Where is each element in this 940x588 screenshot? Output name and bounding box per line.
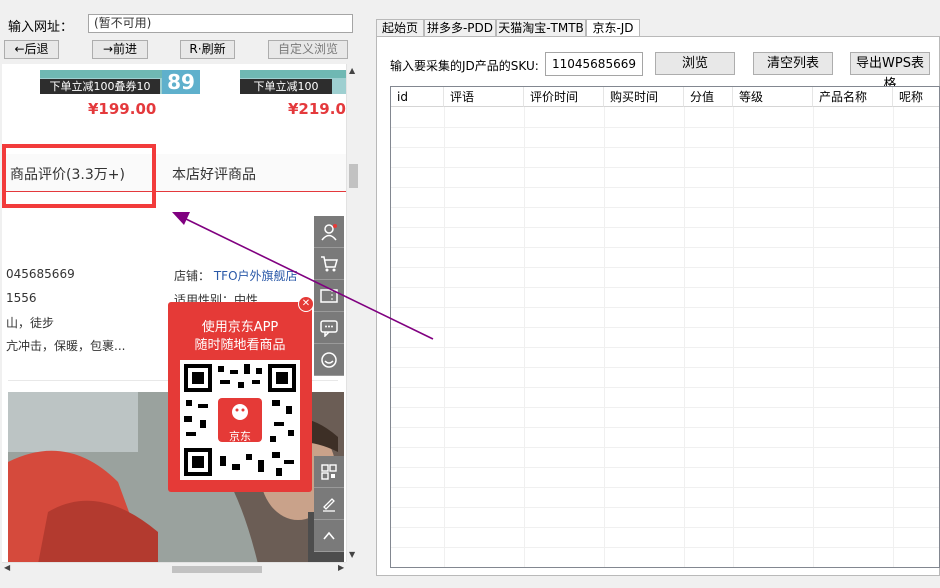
coupon-icon[interactable] [314, 280, 344, 312]
scroll-left-arrow-icon[interactable]: ◀ [4, 563, 10, 572]
product-promo-banner[interactable]: 下单立减100 [240, 70, 346, 94]
vertical-scrollbar[interactable]: ▲ ▼ [346, 64, 360, 562]
column-header-nickname[interactable]: 呢称 [893, 87, 939, 107]
scroll-up-arrow-icon[interactable]: ▲ [349, 66, 355, 75]
sku-label: 输入要采集的JD产品的SKU: [390, 59, 539, 73]
info-line: 山，徒步 [6, 316, 55, 330]
grid-column-line [893, 107, 894, 567]
clear-list-button[interactable]: 清空列表 [753, 52, 833, 75]
column-header-product-name[interactable]: 产品名称 [813, 87, 893, 107]
info-line: 亢冲击，保暖，包裹... [6, 339, 126, 353]
reviews-table[interactable]: id 评语 评价时间 购买时间 分值 等级 产品名称 呢称 [390, 86, 940, 568]
back-button[interactable]: ←后退 [4, 40, 59, 59]
column-header-score[interactable]: 分值 [684, 87, 733, 107]
scroll-thumb[interactable] [349, 164, 358, 188]
floating-sidebar-bottom [314, 456, 344, 552]
grid-row-line [391, 127, 939, 128]
qr-popup-subtitle: 随时随地看商品 [194, 338, 286, 353]
grid-row-line [391, 147, 939, 148]
grid-row-line [391, 327, 939, 328]
promo-text: 下单立减100叠券10 [40, 79, 160, 94]
grid-column-line [604, 107, 605, 567]
grid-column-line [524, 107, 525, 567]
sku-input[interactable]: 11045685669 [545, 52, 643, 76]
web-view[interactable]: 下单立减100叠券10 89 ¥199.00 下单立减100 ¥219.0 商品… [2, 64, 346, 562]
column-header-id[interactable]: id [391, 87, 444, 107]
shop-label: 店铺： [174, 269, 211, 283]
highlight-box [2, 144, 156, 208]
close-icon[interactable]: ✕ [298, 296, 314, 312]
product-promo-banner[interactable]: 下单立减100叠券10 89 [40, 70, 200, 94]
grid-column-line [733, 107, 734, 567]
horizontal-scrollbar[interactable]: ◀ ▶ [2, 562, 346, 575]
message-icon[interactable] [314, 312, 344, 344]
grid-row-line [391, 507, 939, 508]
column-header-purchase-time[interactable]: 购买时间 [604, 87, 684, 107]
up-icon[interactable] [314, 520, 344, 552]
grid-row-line [391, 527, 939, 528]
column-header-comment[interactable]: 评语 [444, 87, 524, 107]
jd-logo-text: 京东 [229, 430, 251, 443]
url-input[interactable]: (暂不可用) [88, 14, 353, 33]
cart-icon[interactable] [314, 248, 344, 280]
grid-row-line [391, 347, 939, 348]
browse-button[interactable]: 浏览 [655, 52, 735, 75]
shop-link[interactable]: TFO户外旗舰店 [214, 269, 298, 283]
scroll-down-arrow-icon[interactable]: ▼ [349, 550, 355, 559]
user-icon[interactable] [314, 216, 344, 248]
qr-code: 京东 [180, 360, 300, 480]
scroll-thumb[interactable] [172, 566, 262, 573]
grid-row-line [391, 487, 939, 488]
grid-column-line [684, 107, 685, 567]
info-sku: 045685669 [6, 267, 75, 281]
grid-row-line [391, 567, 940, 568]
tab-tmtb[interactable]: 天猫淘宝-TMTB [496, 19, 586, 37]
tab-shop-good[interactable]: 本店好评商品 [172, 164, 256, 184]
refresh-button[interactable]: R·刷新 [180, 40, 235, 59]
grid-row-line [391, 467, 939, 468]
tab-start[interactable]: 起始页 [376, 19, 424, 37]
service-icon[interactable] [314, 344, 344, 376]
tab-pdd[interactable]: 拼多多-PDD [424, 19, 496, 37]
grid-row-line [391, 227, 939, 228]
info-shop: 店铺： TFO户外旗舰店 [174, 267, 298, 284]
grid-row-line [391, 307, 939, 308]
scroll-right-arrow-icon[interactable]: ▶ [338, 563, 344, 572]
grid-row-line [391, 427, 939, 428]
grid-row-line [391, 267, 939, 268]
promo-big-number: 89 [162, 70, 200, 94]
export-wps-button[interactable]: 导出WPS表格 [850, 52, 930, 92]
grid-row-line [391, 207, 939, 208]
app-qr-popup: 使用京东APP 随时随地看商品 京东 [168, 302, 312, 492]
grid-row-line [391, 547, 939, 548]
grid-row-line [391, 167, 939, 168]
grid-column-line [813, 107, 814, 567]
promo-text: 下单立减100 [240, 79, 332, 94]
column-header-review-time[interactable]: 评价时间 [524, 87, 604, 107]
qr-icon[interactable] [314, 456, 344, 488]
grid-row-line [391, 407, 939, 408]
edit-icon[interactable] [314, 488, 344, 520]
grid-column-line [444, 107, 445, 567]
grid-row-line [391, 287, 939, 288]
info-line: 1556 [6, 291, 37, 305]
grid-row-line [391, 187, 939, 188]
column-header-level[interactable]: 等级 [733, 87, 813, 107]
grid-row-line [391, 387, 939, 388]
product-price[interactable]: ¥219.0 [288, 100, 346, 118]
grid-row-line [391, 247, 939, 248]
floating-sidebar [314, 216, 344, 376]
forward-button[interactable]: →前进 [92, 40, 148, 59]
grid-row-line [391, 367, 939, 368]
qr-popup-title: 使用京东APP [201, 320, 279, 335]
custom-browse-button[interactable]: 自定义浏览 [268, 40, 348, 59]
product-price[interactable]: ¥199.00 [88, 100, 156, 118]
url-label: 输入网址： [8, 20, 74, 35]
grid-row-line [391, 447, 939, 448]
